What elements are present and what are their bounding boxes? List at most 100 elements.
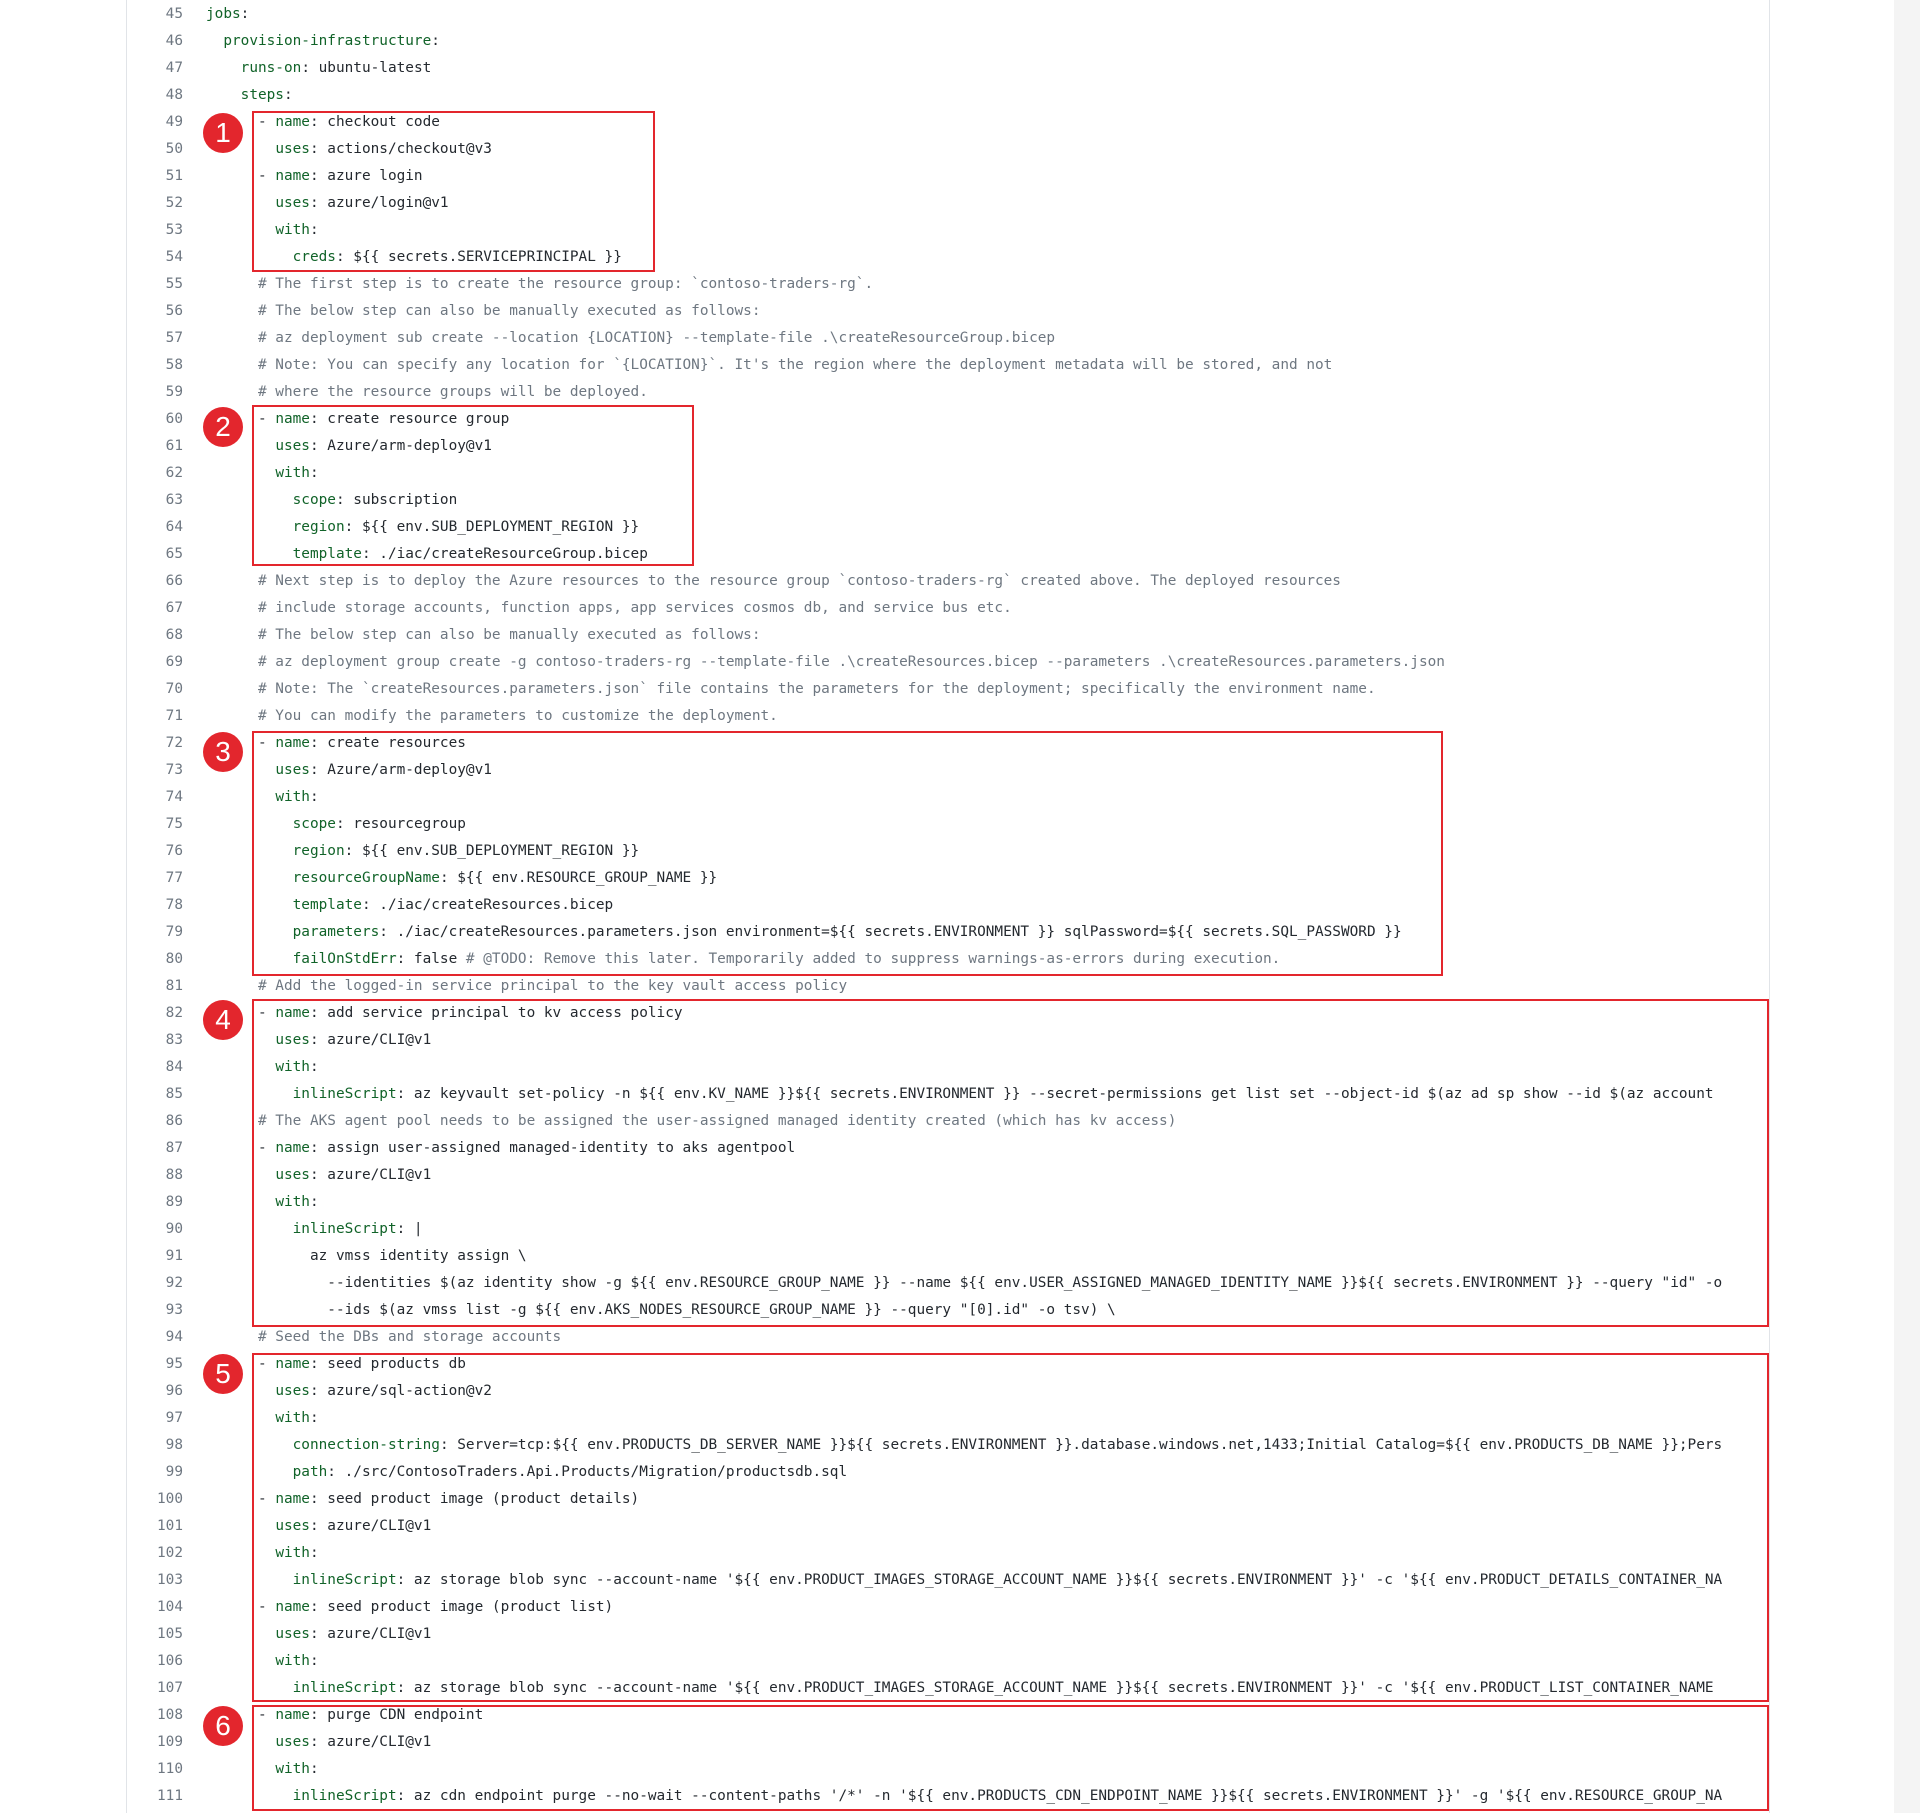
code-line: 48 steps:	[127, 82, 1769, 109]
line-number: 105	[157, 1626, 183, 1642]
line-number: 49	[165, 114, 183, 130]
line-text: # where the resource groups will be depl…	[257, 384, 648, 400]
line-number: 108	[157, 1707, 183, 1723]
line-text: # include storage accounts, function app…	[257, 600, 1012, 616]
code-line: 68 # The below step can also be manually…	[127, 622, 1769, 649]
code-line: 56 # The below step can also be manually…	[127, 298, 1769, 325]
line-number: 103	[157, 1572, 183, 1588]
scrollbar[interactable]	[1894, 0, 1920, 1813]
line-number: 56	[165, 303, 183, 319]
line-number: 84	[165, 1059, 183, 1075]
annotation-badge: 1	[203, 113, 243, 153]
line-text: # Note: You can specify any location for…	[257, 357, 1333, 373]
line-text: # az deployment group create -g contoso-…	[257, 654, 1445, 670]
annotation-box	[252, 405, 694, 566]
line-number: 48	[165, 87, 183, 103]
line-number: 78	[165, 897, 183, 913]
line-number: 46	[165, 33, 183, 49]
annotation-badge: 3	[203, 732, 243, 772]
line-number: 68	[165, 627, 183, 643]
line-number: 67	[165, 600, 183, 616]
line-number: 111	[157, 1788, 183, 1804]
line-number: 77	[165, 870, 183, 886]
line-number: 102	[157, 1545, 183, 1561]
code-line: 47 runs-on: ubuntu-latest	[127, 55, 1769, 82]
line-number: 89	[165, 1194, 183, 1210]
line-number: 91	[165, 1248, 183, 1264]
line-number: 96	[165, 1383, 183, 1399]
line-number: 50	[165, 141, 183, 157]
line-number: 106	[157, 1653, 183, 1669]
line-number: 86	[165, 1113, 183, 1129]
line-number: 76	[165, 843, 183, 859]
line-number: 80	[165, 951, 183, 967]
line-number: 52	[165, 195, 183, 211]
line-number: 64	[165, 519, 183, 535]
line-number: 87	[165, 1140, 183, 1156]
line-number: 109	[157, 1734, 183, 1750]
line-number: 88	[165, 1167, 183, 1183]
code-line: 57 # az deployment sub create --location…	[127, 325, 1769, 352]
line-number: 74	[165, 789, 183, 805]
code-line: 46 provision-infrastructure:	[127, 28, 1769, 55]
line-number: 90	[165, 1221, 183, 1237]
line-number: 110	[157, 1761, 183, 1777]
annotation-badge: 5	[203, 1354, 243, 1394]
line-number: 73	[165, 762, 183, 778]
annotation-box	[252, 731, 1443, 976]
line-text: jobs:	[206, 6, 250, 22]
code-line: 58 # Note: You can specify any location …	[127, 352, 1769, 379]
line-text: # The below step can also be manually ex…	[257, 303, 761, 319]
line-text: # az deployment sub create --location {L…	[257, 330, 1056, 346]
line-number: 82	[165, 1005, 183, 1021]
line-number: 100	[157, 1491, 183, 1507]
code-line: 69 # az deployment group create -g conto…	[127, 649, 1769, 676]
annotation-box	[252, 1705, 1769, 1811]
line-text: # Next step is to deploy the Azure resou…	[257, 573, 1341, 589]
line-number: 107	[157, 1680, 183, 1696]
line-text: provision-infrastructure:	[223, 33, 440, 49]
line-number: 83	[165, 1032, 183, 1048]
line-text: runs-on: ubuntu-latest	[240, 60, 432, 76]
line-number: 61	[165, 438, 183, 454]
line-number: 47	[165, 60, 183, 76]
line-number: 85	[165, 1086, 183, 1102]
code-line: 55 # The first step is to create the res…	[127, 271, 1769, 298]
line-number: 58	[165, 357, 183, 373]
line-number: 101	[157, 1518, 183, 1534]
code-line: 70 # Note: The `createResources.paramete…	[127, 676, 1769, 703]
line-number: 72	[165, 735, 183, 751]
line-number: 66	[165, 573, 183, 589]
line-number: 75	[165, 816, 183, 832]
code-line: 81 # Add the logged-in service principal…	[127, 973, 1769, 1000]
line-number: 55	[165, 276, 183, 292]
line-number: 70	[165, 681, 183, 697]
line-number: 104	[157, 1599, 183, 1615]
line-number: 93	[165, 1302, 183, 1318]
line-text: # Note: The `createResources.parameters.…	[257, 681, 1376, 697]
line-text: # The first step is to create the resour…	[257, 276, 874, 292]
line-text: # Seed the DBs and storage accounts	[257, 1329, 562, 1345]
code-line: 45 jobs:	[127, 1, 1769, 28]
line-text: steps:	[240, 87, 293, 103]
code-line: 66 # Next step is to deploy the Azure re…	[127, 568, 1769, 595]
line-number: 71	[165, 708, 183, 724]
line-text: # The below step can also be manually ex…	[257, 627, 761, 643]
line-number: 51	[165, 168, 183, 184]
annotation-badge: 4	[203, 1000, 243, 1040]
code-line: 71 # You can modify the parameters to cu…	[127, 703, 1769, 730]
line-number: 94	[165, 1329, 183, 1345]
line-number: 63	[165, 492, 183, 508]
line-number: 60	[165, 411, 183, 427]
annotation-box	[252, 999, 1769, 1327]
line-number: 62	[165, 465, 183, 481]
annotation-badge: 6	[203, 1706, 243, 1746]
line-number: 59	[165, 384, 183, 400]
line-number: 65	[165, 546, 183, 562]
line-number: 99	[165, 1464, 183, 1480]
line-number: 95	[165, 1356, 183, 1372]
line-number: 54	[165, 249, 183, 265]
line-number: 92	[165, 1275, 183, 1291]
line-number: 79	[165, 924, 183, 940]
line-number: 69	[165, 654, 183, 670]
